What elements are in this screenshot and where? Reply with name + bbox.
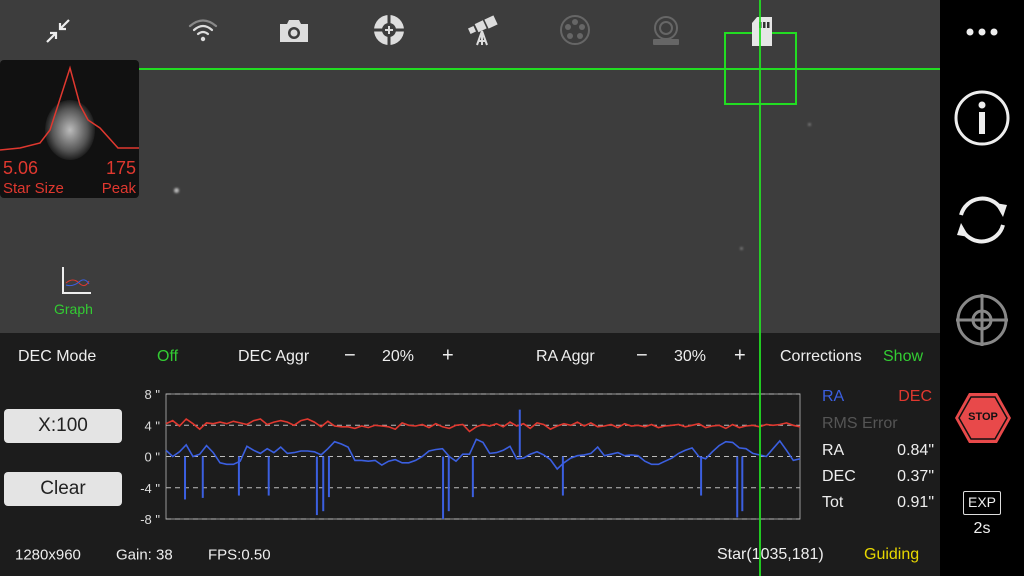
camera-view[interactable] [0,0,940,333]
rms-error-label: RMS Error [822,415,898,432]
star-profile-curve [0,65,139,151]
rms-dec-label: DEC [822,468,856,485]
scale-button[interactable]: X:100 [4,409,122,443]
crosshair-horizontal [139,68,940,70]
dec-mode-value[interactable]: Off [157,348,178,366]
dec-aggr-label: DEC Aggr [238,348,310,365]
guide-graph: 8 " 4 " 0 " -4 " -8 " [140,387,801,527]
dec-aggr-minus-button[interactable]: − [344,345,356,368]
dec-aggr-value: 20% [382,348,415,365]
telescope-icon[interactable] [466,15,498,47]
rotator-icon [653,16,679,45]
y-tick-label: 4 " [145,418,161,433]
series-dec-line [165,417,801,433]
clear-button[interactable]: Clear [4,472,122,506]
corrections-label: Corrections [780,348,862,365]
dec-mode-label: DEC Mode [18,348,97,365]
star [174,188,179,193]
sd-card-icon[interactable] [750,16,774,48]
info-icon[interactable] [953,89,1011,147]
rms-tot-label: Tot [822,494,844,511]
rms-ra-value: 0.84" [897,442,934,459]
dec-legend: DEC [898,388,932,405]
fps: FPS:0.50 [208,546,271,564]
crosshair-target-icon[interactable] [954,292,1010,348]
y-tick-label: -8 " [140,512,160,527]
graph-icon [62,267,91,294]
graph-label: Graph [54,301,93,317]
corrections-toggle[interactable]: Show [883,348,923,366]
more-icon[interactable] [965,27,999,37]
graph-button[interactable]: Graph [50,264,100,319]
star-profile: 5.06 175 Star Size Peak [0,60,139,198]
exposure-value: 2s [973,520,991,537]
y-tick-label: -4 " [140,481,160,496]
stop-button[interactable]: STOP [954,392,1012,444]
filter-wheel-icon [560,15,590,45]
star [740,247,743,250]
rms-tot-value: 0.91" [897,494,934,511]
gain: Gain: 38 [116,546,173,564]
resolution: 1280x960 [15,546,81,564]
star [808,123,811,126]
camera-icon[interactable] [278,18,310,44]
star-position: Star(1035,181) [717,546,824,563]
right-sidebar [940,0,1024,576]
refresh-icon[interactable] [953,191,1011,249]
crosshair-vertical [759,0,761,576]
rms-dec-value: 0.37" [897,468,934,485]
ra-aggr-value: 30% [674,348,707,365]
star-size-value: 5.06 [3,158,39,178]
y-tick-label: 0 " [145,450,161,465]
collapse-icon[interactable] [45,18,71,44]
series-ra-line [165,438,801,471]
ra-aggr-plus-button[interactable]: + [734,345,746,368]
stop-label: STOP [968,411,998,423]
peak-value: 175 [105,158,136,178]
target-icon[interactable] [373,14,405,46]
wifi-icon[interactable] [188,17,218,43]
guiding-status: Guiding [864,546,920,563]
ra-aggr-minus-button[interactable]: − [636,345,648,368]
rms-ra-label: RA [822,442,845,459]
ra-legend: RA [822,388,845,405]
ra-aggr-label: RA Aggr [536,348,595,365]
dec-aggr-plus-button[interactable]: + [442,345,454,368]
peak-label: Peak [101,180,136,197]
exposure-button[interactable]: EXP [963,491,1001,515]
star-size-label: Star Size [3,180,64,197]
y-tick-label: 8 " [145,387,161,402]
